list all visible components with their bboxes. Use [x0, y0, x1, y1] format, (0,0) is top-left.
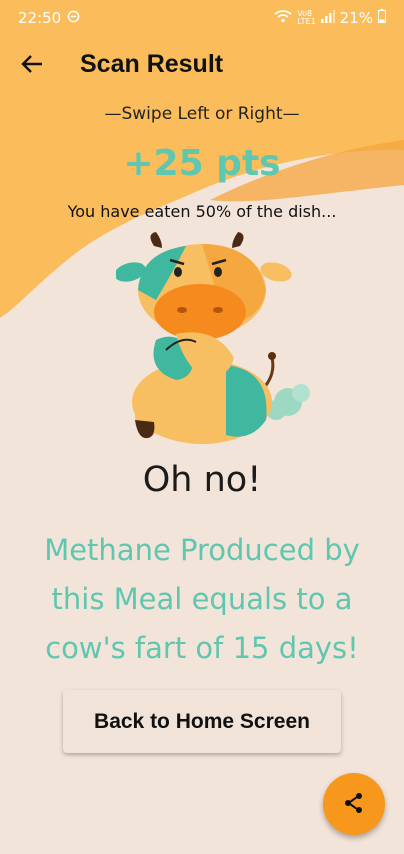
swipe-hint: —Swipe Left or Right—	[104, 104, 300, 124]
status-time: 22:50	[18, 9, 62, 27]
eaten-percentage-text: You have eaten 50% of the dish...	[67, 202, 337, 221]
arrow-left-icon	[21, 55, 43, 77]
do-not-disturb-icon	[67, 9, 80, 27]
reaction-heading: Oh no!	[142, 460, 262, 500]
battery-level: 21%	[339, 9, 373, 27]
battery-icon	[378, 9, 386, 27]
volte-bottom-label: LTE1	[297, 17, 316, 26]
cow-mascot-illustration	[116, 232, 310, 444]
points-earned: +25 pts	[123, 143, 281, 184]
page-title: Scan Result	[80, 50, 224, 78]
wifi-icon	[274, 9, 292, 27]
share-button[interactable]	[323, 773, 385, 835]
signal-icon	[320, 9, 335, 27]
volte-indicator: Vo8 LTE1	[297, 10, 315, 26]
app-header: Scan Result	[0, 40, 404, 90]
back-button[interactable]	[14, 48, 50, 84]
share-icon	[342, 791, 366, 818]
status-bar: 22:50 Vo8 LTE1 21%	[0, 0, 404, 36]
methane-message: Methane Produced by this Meal equals to …	[44, 533, 360, 665]
back-to-home-button[interactable]: Back to Home Screen	[63, 690, 341, 753]
